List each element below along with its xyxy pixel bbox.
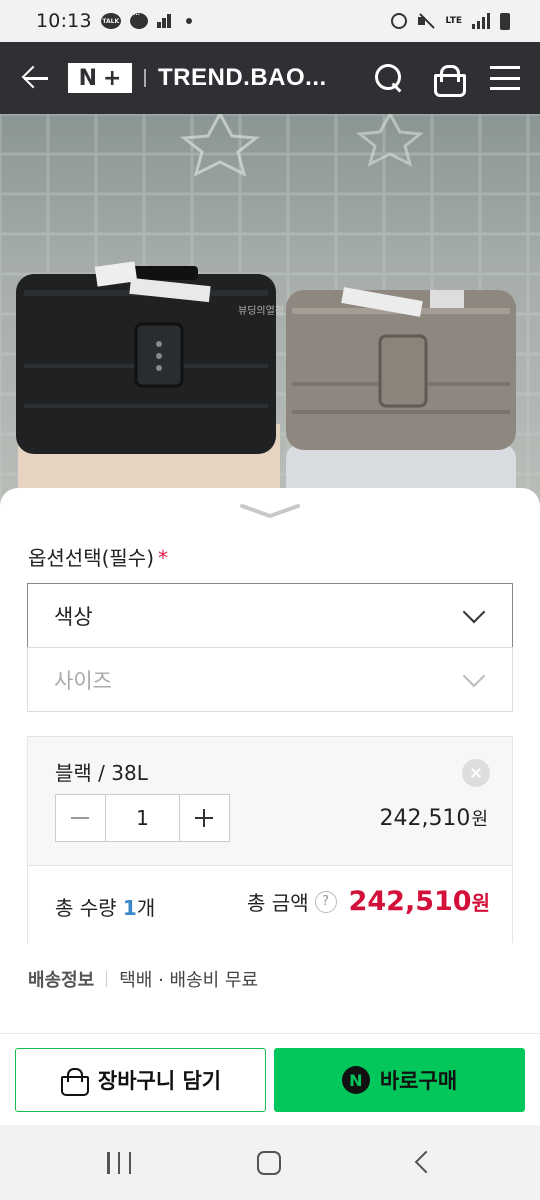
- back-arrow-icon[interactable]: [20, 63, 50, 93]
- remove-item-icon[interactable]: [462, 759, 490, 787]
- header-divider: [144, 69, 146, 87]
- total-quantity-value: 1: [122, 896, 137, 920]
- app-header: N + TREND.BAO...: [0, 42, 540, 114]
- battery-icon: [500, 12, 510, 30]
- add-to-cart-label: 장바구니 담기: [97, 1069, 222, 1093]
- quantity-input[interactable]: 1: [105, 795, 180, 841]
- item-price: 242,510원: [379, 805, 488, 831]
- collapse-handle-icon[interactable]: [240, 502, 300, 518]
- add-to-cart-button[interactable]: 장바구니 담기: [15, 1048, 266, 1112]
- total-amount-label: 총 금액: [247, 891, 309, 915]
- product-image[interactable]: 뷰딩의열정: [0, 114, 540, 504]
- naver-plus-logo[interactable]: N +: [68, 63, 132, 93]
- size-select-label: 사이즈: [54, 668, 112, 693]
- logo-plus: +: [102, 65, 122, 91]
- chevron-down-icon: [462, 600, 486, 623]
- option-title-text: 옵션선택(필수): [28, 546, 155, 570]
- shipping-value: 택배 · 배송비 무료: [119, 970, 259, 991]
- home-icon[interactable]: [257, 1151, 281, 1175]
- naver-pay-icon: N: [341, 1066, 370, 1094]
- signal-icon: [472, 13, 490, 29]
- back-icon[interactable]: [414, 1150, 438, 1174]
- total-quantity-unit: 개: [136, 896, 156, 920]
- required-mark: *: [158, 546, 169, 570]
- logo-letter: N: [78, 65, 97, 91]
- quantity-stepper: 1: [55, 794, 230, 842]
- chat-notification-icon: [129, 10, 148, 29]
- system-nav-bar: [0, 1125, 540, 1200]
- buy-now-label: 바로구매: [379, 1069, 458, 1093]
- decrease-quantity-button[interactable]: [56, 795, 105, 841]
- selected-option-name: 블랙 / 38L: [55, 761, 148, 785]
- mute-icon: [417, 13, 435, 29]
- shopping-bag-icon[interactable]: [432, 63, 466, 97]
- total-price-currency: 원: [471, 891, 490, 915]
- kakaotalk-notification-icon: TALK: [100, 13, 121, 29]
- total-price-value: 242,510: [348, 886, 472, 917]
- alarm-icon: [391, 13, 408, 29]
- option-title: 옵션선택(필수) *: [28, 542, 168, 571]
- watermark-text: 뷰딩의열정: [238, 305, 284, 317]
- item-price-value: 242,510: [379, 806, 471, 831]
- search-icon[interactable]: [374, 63, 404, 93]
- total-price: 242,510원: [349, 886, 490, 917]
- data-usage-icon: [156, 14, 171, 28]
- color-select[interactable]: 색상: [27, 583, 513, 648]
- total-quantity-label: 총 수량: [55, 896, 117, 920]
- action-bar: 장바구니 담기 N 바로구매: [0, 1033, 540, 1125]
- size-select[interactable]: 사이즈: [27, 647, 513, 712]
- color-select-label: 색상: [54, 604, 93, 629]
- network-type: LTE: [445, 15, 462, 26]
- status-bar: 10:13 TALK LTE: [0, 0, 540, 42]
- total-section: 총 수량 1개 총 금액 ? 242,510원: [28, 866, 512, 943]
- cart-icon: [60, 1067, 89, 1096]
- recent-apps-icon[interactable]: [107, 1152, 131, 1174]
- shipping-divider: [106, 971, 108, 987]
- product-photo: 뷰딩의열정: [0, 114, 540, 504]
- status-time: 10:13: [36, 10, 92, 32]
- increase-quantity-button[interactable]: [180, 795, 229, 841]
- help-icon[interactable]: ?: [314, 890, 337, 913]
- store-title[interactable]: TREND.BAO...: [158, 64, 328, 92]
- shipping-label: 배송정보: [28, 970, 95, 991]
- chevron-down-icon: [462, 664, 486, 687]
- buy-now-button[interactable]: N 바로구매: [274, 1048, 525, 1112]
- shipping-info: 배송정보 택배 · 배송비 무료: [28, 966, 258, 992]
- selected-item-panel: 블랙 / 38L 1 242,510원 총 수량 1개 총 금액 ? 242,5…: [27, 736, 513, 943]
- more-notifications-icon: [185, 18, 192, 24]
- hamburger-menu-icon[interactable]: [490, 66, 520, 90]
- total-quantity: 총 수량 1개: [55, 892, 155, 921]
- total-amount: 총 금액 ? 242,510원: [247, 886, 490, 917]
- item-price-currency: 원: [471, 809, 488, 830]
